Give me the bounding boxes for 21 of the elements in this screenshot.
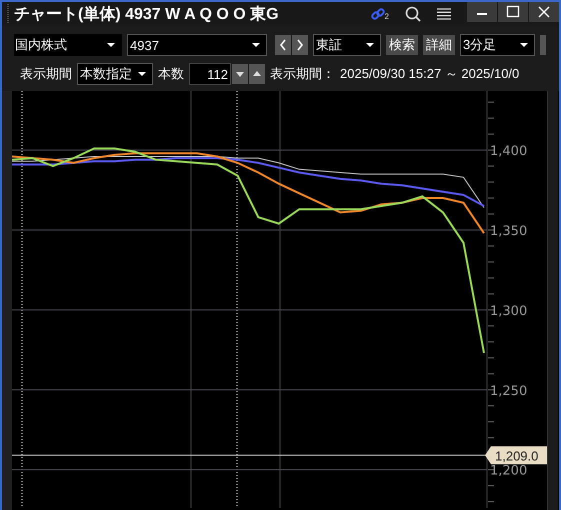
- window-title: チャート(単体) 4937 W A Q O O 東G: [14, 4, 280, 24]
- axis-label: 1,250: [490, 384, 528, 399]
- axis-label: 1,400: [490, 144, 528, 160]
- count-field[interactable]: 112: [189, 63, 231, 85]
- axis-label: 1,300: [490, 304, 528, 319]
- count-label: 本数: [158, 65, 184, 83]
- axis-label: 1,200: [490, 464, 528, 479]
- exchange-dropdown[interactable]: 東証: [313, 34, 381, 56]
- link-button[interactable]: 2: [370, 7, 389, 21]
- range-label: 表示期間：: [270, 65, 335, 83]
- market-dropdown[interactable]: 国内株式: [14, 34, 122, 56]
- code-combo-box[interactable]: 4937: [127, 34, 267, 56]
- ref-line-label: 1,209.0: [495, 448, 538, 464]
- period-mode-dropdown[interactable]: 本数指定: [77, 63, 153, 85]
- interval-dropdown[interactable]: 3分足: [460, 34, 535, 56]
- search-button[interactable]: 検索: [386, 35, 418, 55]
- price-tag: 1,209.0: [485, 446, 547, 464]
- period-label: 表示期間: [20, 65, 72, 83]
- axis-label: 1,350: [490, 224, 528, 239]
- detail-button[interactable]: 詳細: [423, 35, 455, 55]
- period-range: 2025/09/30 15:27 ～ 2025/10/0: [340, 65, 520, 83]
